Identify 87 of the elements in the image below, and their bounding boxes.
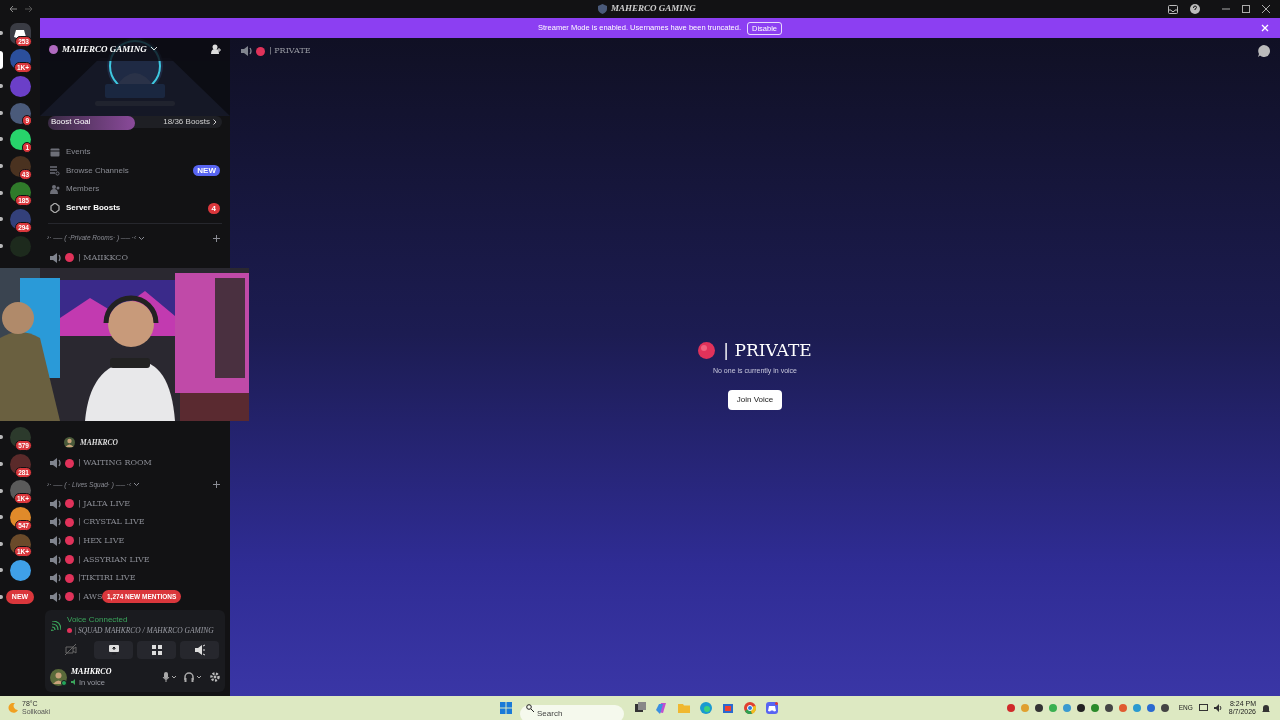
chrome-icon[interactable] — [744, 702, 756, 714]
server-icon — [49, 44, 58, 54]
headphones-icon[interactable] — [184, 672, 202, 683]
notification-badge: NEW — [193, 165, 220, 177]
chevron-right-icon — [213, 118, 217, 125]
sidebar-item[interactable]: Members — [48, 181, 222, 198]
task-view-icon[interactable] — [634, 702, 646, 714]
avatar-icon[interactable] — [50, 668, 67, 686]
boost-count: 18/36 Boosts — [163, 115, 210, 128]
activity-button[interactable] — [137, 641, 176, 660]
speaker-icon — [49, 572, 61, 585]
voice-channel[interactable]: | AWS — [78, 590, 103, 603]
user-name: MAHKRCO — [71, 666, 112, 677]
ball-icon — [256, 46, 265, 56]
discord-icon[interactable] — [766, 702, 778, 714]
maximize-icon[interactable] — [1242, 5, 1250, 13]
signal-icon — [51, 620, 61, 631]
speaker-icon — [49, 251, 61, 264]
ball-icon — [65, 253, 74, 263]
voice-channel[interactable]: | JALTA LIVE — [78, 497, 131, 510]
speaker-icon — [71, 679, 77, 686]
voice-status: Voice Connected — [67, 615, 129, 625]
moon-icon — [8, 703, 18, 713]
sidebar-item[interactable]: Browse Channels NEW — [48, 162, 222, 180]
voice-channel[interactable]: |TIKTIRI LIVE — [78, 572, 136, 585]
add-member-icon[interactable] — [211, 44, 221, 55]
close-icon[interactable] — [1262, 5, 1270, 13]
voice-channel[interactable]: | MAIIKKCO — [78, 251, 128, 264]
volume-icon[interactable] — [1213, 704, 1223, 712]
join-voice-button[interactable]: Join Voice — [727, 389, 783, 410]
boosts-icon — [50, 203, 60, 214]
forward-icon[interactable] — [24, 5, 34, 13]
window-title: MAHERCO GAMING — [611, 2, 696, 16]
soundboard-button[interactable] — [180, 641, 219, 660]
soundboard-icon — [193, 644, 206, 657]
video-off-icon — [64, 644, 77, 657]
inbox-icon[interactable] — [1168, 4, 1178, 14]
sidebar-item[interactable]: Server Boosts 4 — [48, 199, 222, 217]
sidebar-item[interactable]: Events — [48, 144, 222, 161]
speaker-icon — [49, 534, 61, 547]
voice-channel[interactable]: | ASSYRIAN LIVE — [78, 553, 150, 566]
activity-icon — [150, 644, 163, 657]
controller-icon — [14, 28, 26, 38]
server-icon[interactable] — [9, 155, 31, 177]
speaker-icon — [49, 553, 61, 566]
speaker-icon — [49, 457, 61, 470]
server-icon[interactable] — [9, 129, 31, 151]
notification-icon[interactable] — [1262, 703, 1270, 713]
speaker-icon — [49, 516, 61, 529]
minimize-icon[interactable] — [1222, 5, 1230, 13]
ball-icon — [698, 341, 716, 359]
server-icon[interactable] — [9, 102, 31, 124]
store-icon[interactable] — [722, 702, 734, 714]
notification-badge: 4 — [207, 202, 220, 214]
channel-title: | PRIVATE — [269, 45, 311, 57]
screen-share-icon — [107, 644, 120, 657]
add-icon[interactable] — [213, 480, 220, 488]
copilot-icon[interactable] — [656, 702, 668, 714]
add-icon[interactable] — [213, 234, 220, 242]
screen-share-button[interactable] — [94, 641, 133, 660]
browse-icon — [50, 165, 60, 176]
help-icon[interactable] — [1190, 4, 1200, 14]
voice-channel[interactable]: | HEX LIVE — [78, 534, 125, 547]
avatar-icon — [64, 437, 75, 449]
settings-icon[interactable] — [210, 672, 220, 683]
voice-channel[interactable]: | CRYSTAL LIVE — [78, 516, 145, 529]
events-icon — [50, 147, 60, 158]
ball-icon — [65, 458, 74, 468]
back-icon[interactable] — [8, 5, 18, 13]
search-icon — [526, 704, 534, 712]
chat-icon[interactable] — [1258, 45, 1270, 57]
windows-start-icon[interactable] — [500, 702, 512, 714]
members-icon — [50, 184, 60, 195]
network-icon[interactable] — [1198, 704, 1208, 712]
search-field[interactable]: Search — [520, 704, 624, 720]
speaker-icon — [49, 590, 61, 603]
boost-goal-label: Boost Goal — [51, 115, 91, 128]
server-icon[interactable] — [9, 560, 31, 582]
speaker-icon — [49, 497, 61, 510]
chevron-down-icon[interactable] — [134, 482, 140, 486]
shield-icon — [598, 4, 607, 14]
ball-icon — [67, 628, 72, 634]
voice-channel-title: | PRIVATE — [723, 340, 812, 360]
chevron-down-icon[interactable] — [139, 236, 145, 240]
microphone-icon[interactable] — [162, 672, 176, 683]
voice-channel[interactable]: | WAITING ROOM — [78, 457, 152, 470]
speaker-icon — [240, 45, 252, 57]
